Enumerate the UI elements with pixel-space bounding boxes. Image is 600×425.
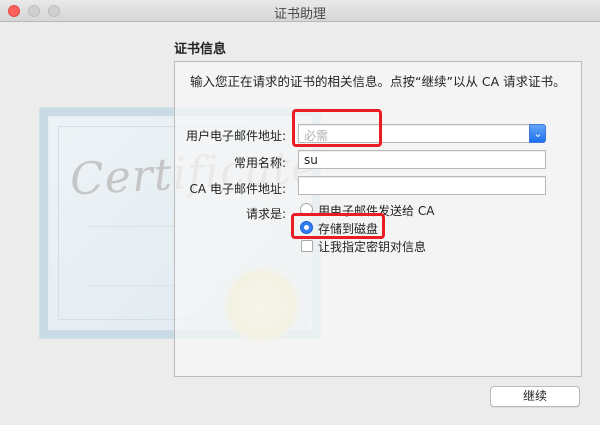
radio-email-to-ca-label[interactable]: 用电子邮件发送给 CA: [318, 202, 434, 219]
email-label: 用户电子邮件地址:: [186, 129, 287, 143]
radio-save-to-disk[interactable]: [300, 221, 313, 234]
intro-text: 输入您正在请求的证书的相关信息。点按“继续”以从 CA 请求证书。: [190, 74, 566, 89]
common-name-field[interactable]: su: [298, 150, 546, 169]
chevron-down-icon: ⌄: [533, 127, 543, 140]
common-name-label: 常用名称:: [233, 156, 286, 170]
email-placeholder: 必需: [304, 129, 329, 143]
ca-email-field[interactable]: [298, 176, 546, 195]
certificate-assistant-window: 证书助理 Certificate 证书信息 输入您正在请求的证书的相关信息。点按…: [0, 0, 600, 425]
email-combo-input[interactable]: 必需: [298, 124, 530, 143]
request-is-label: 请求是:: [245, 207, 286, 221]
email-dropdown-button[interactable]: ⌄: [529, 124, 546, 143]
section-title: 证书信息: [174, 42, 227, 57]
radio-save-to-disk-label[interactable]: 存储到磁盘: [318, 220, 378, 237]
continue-button[interactable]: 继续: [490, 386, 580, 407]
window-title: 证书助理: [273, 7, 326, 22]
radio-email-to-ca[interactable]: [300, 203, 313, 216]
title-bar: 证书助理: [0, 0, 600, 22]
checkbox-specify-key-pair[interactable]: [301, 240, 313, 252]
ca-email-label: CA 电子邮件地址:: [189, 182, 286, 196]
checkbox-specify-key-pair-label[interactable]: 让我指定密钥对信息: [318, 238, 426, 255]
